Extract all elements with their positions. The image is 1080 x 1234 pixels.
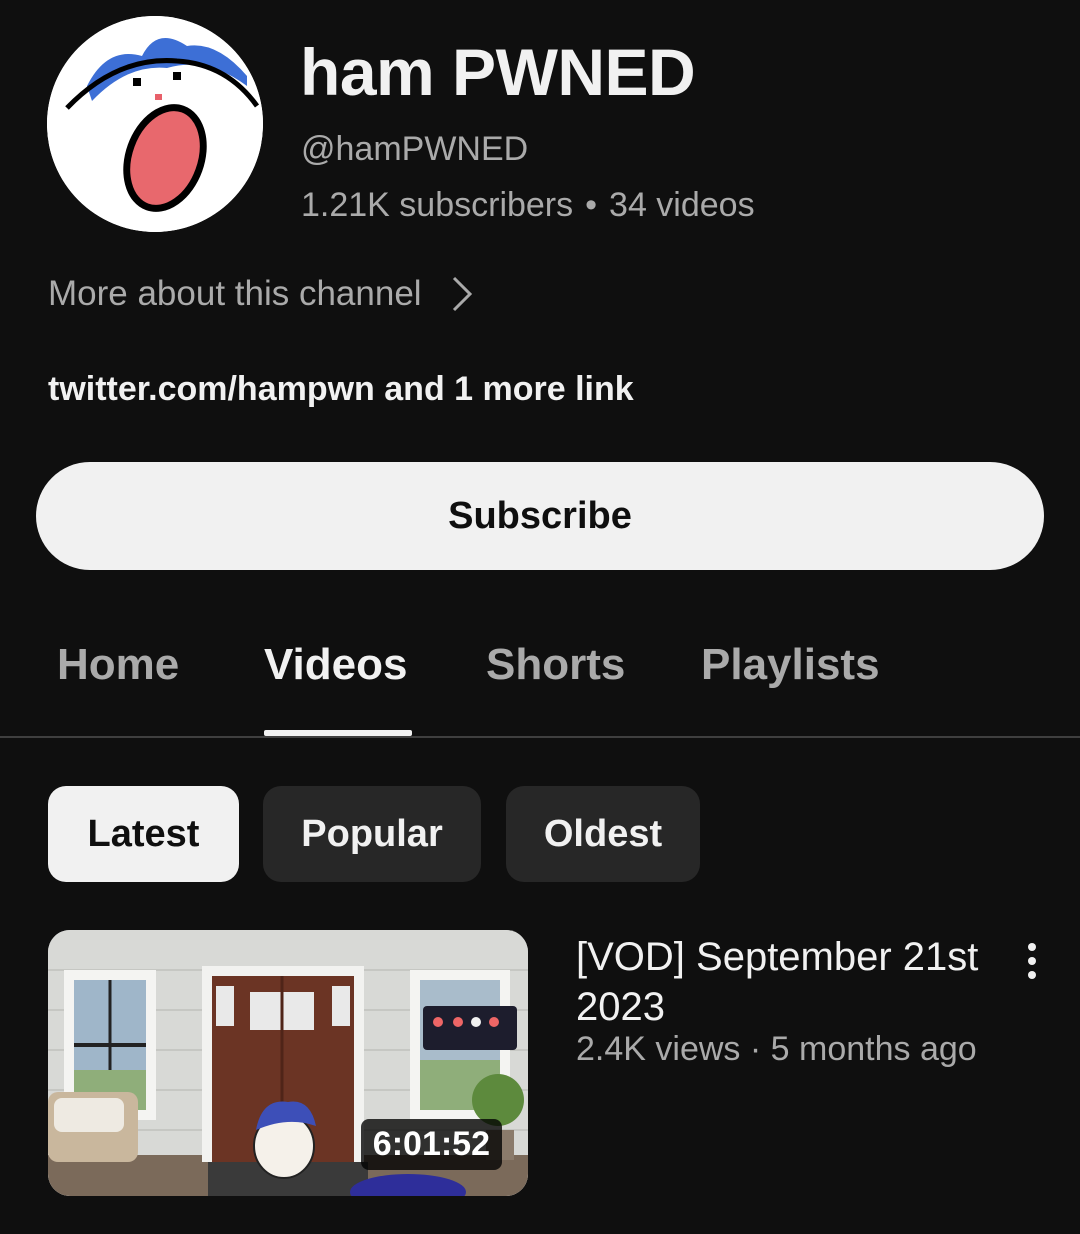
more-about-label: More about this channel (48, 274, 422, 313)
video-title[interactable]: [VOD] September 21st 2023 (576, 932, 996, 1032)
video-count: 34 videos (609, 186, 755, 224)
tab-videos[interactable]: Videos (264, 640, 407, 690)
video-views: 2.4K views (576, 1030, 741, 1068)
video-thumbnail[interactable]: 6:01:52 (48, 930, 528, 1196)
video-meta: 2.4K views · 5 months ago (576, 1030, 977, 1069)
video-age: 5 months ago (770, 1030, 977, 1068)
subscribe-button[interactable]: Subscribe (36, 462, 1044, 570)
tabs-divider (0, 736, 1080, 738)
more-vert-icon[interactable] (1012, 936, 1052, 986)
channel-links[interactable]: twitter.com/hampwn and 1 more link (48, 370, 634, 409)
channel-stats: 1.21K subscribers • 34 videos (301, 186, 755, 225)
subscriber-count: 1.21K subscribers (301, 186, 574, 224)
tab-shorts[interactable]: Shorts (486, 640, 625, 690)
filter-chip-oldest[interactable]: Oldest (506, 786, 700, 882)
channel-name: ham PWNED (300, 35, 696, 109)
channel-handle: @hamPWNED (301, 130, 529, 168)
video-duration: 6:01:52 (360, 1119, 502, 1170)
filter-chip-latest[interactable]: Latest (48, 786, 239, 882)
filter-chip-popular[interactable]: Popular (263, 786, 481, 882)
more-about-channel-link[interactable]: More about this channel (48, 274, 474, 314)
tab-playlists[interactable]: Playlists (701, 640, 880, 690)
channel-avatar[interactable] (47, 16, 263, 232)
stats-separator: • (585, 186, 598, 224)
channel-tabs: Home Videos Shorts Playlists (0, 620, 1080, 738)
meta-separator: · (749, 1030, 762, 1068)
chevron-right-icon (450, 274, 474, 314)
avatar-illustration (47, 16, 263, 232)
tab-home[interactable]: Home (57, 640, 179, 690)
